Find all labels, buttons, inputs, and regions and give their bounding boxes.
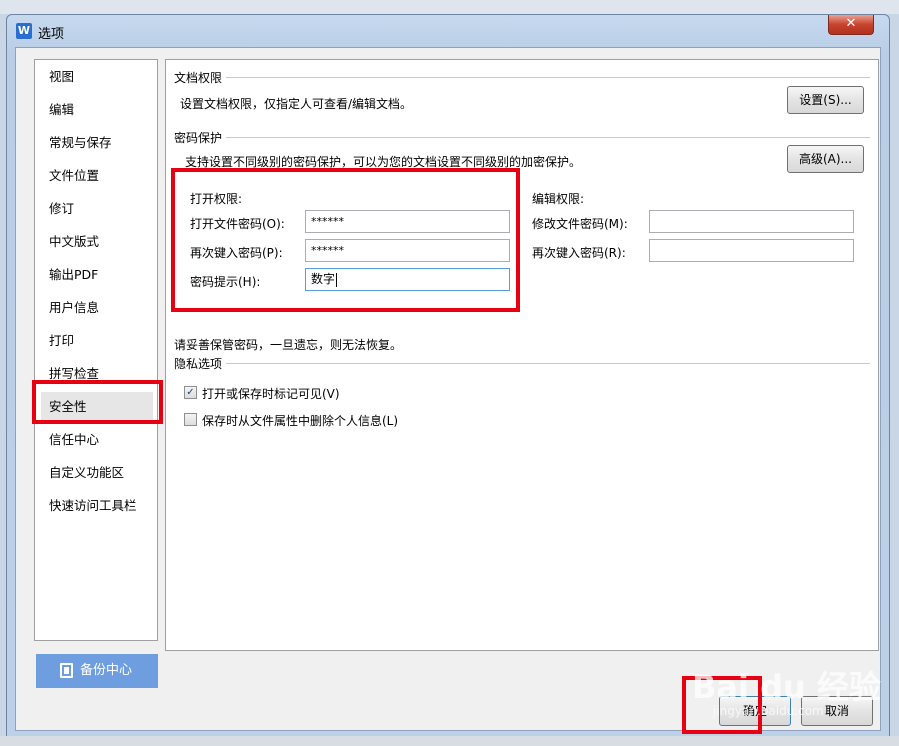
close-icon: ✕ (845, 16, 857, 31)
backup-center-label: 备份中心 (80, 663, 133, 678)
highlight-box-open-permission (171, 168, 520, 312)
edit-password-confirm-input[interactable] (649, 239, 854, 262)
dialog-title: 选项 (38, 27, 65, 42)
advanced-button[interactable]: 高级(A)... (787, 145, 864, 173)
sidebar-item-chinese-layout[interactable]: 中文版式 (41, 227, 153, 257)
password-warning: 请妥善保管密码，一旦遗忘，则无法恢复。 (174, 338, 403, 352)
security-panel: 文档权限 设置文档权限，仅指定人可查看/编辑文档。 设置(S)... 密码保护 … (165, 59, 879, 651)
watermark-url: jingyan.baidu.com (713, 704, 824, 718)
edit-password-input[interactable] (649, 210, 854, 233)
backup-center-button[interactable]: 备份中心 (36, 654, 158, 688)
sidebar-item-quick-access[interactable]: 快速访问工具栏 (41, 491, 153, 521)
sidebar-item-trust-center[interactable]: 信任中心 (41, 425, 153, 455)
edit-permission-title: 编辑权限: (532, 192, 585, 206)
sidebar-item-customize-ribbon[interactable]: 自定义功能区 (41, 458, 153, 488)
background-status-strip (0, 736, 899, 746)
options-dialog: W 选项 ✕ 视图 编辑 常规与保存 文件位置 修订 中文版式 输出PDF 用户… (6, 14, 890, 738)
permission-settings-button[interactable]: 设置(S)... (787, 86, 864, 114)
background-app-strip (0, 0, 899, 14)
sidebar-item-print[interactable]: 打印 (41, 326, 153, 356)
mark-visible-label[interactable]: 打开或保存时标记可见(V) (202, 385, 340, 402)
options-sidebar: 视图 编辑 常规与保存 文件位置 修订 中文版式 输出PDF 用户信息 打印 拼… (34, 59, 158, 641)
backup-icon (60, 663, 73, 678)
mark-visible-checkbox[interactable]: ✓ (184, 386, 197, 399)
password-protection-title: 密码保护 (174, 129, 227, 146)
edit-password-label: 修改文件密码(M): (532, 217, 628, 231)
sidebar-item-edit[interactable]: 编辑 (41, 95, 153, 125)
doc-permission-description: 设置文档权限，仅指定人可查看/编辑文档。 (180, 97, 413, 111)
highlight-box-security (32, 380, 163, 424)
privacy-options-title: 隐私选项 (174, 355, 227, 372)
sidebar-item-revision[interactable]: 修订 (41, 194, 153, 224)
title-bar[interactable]: W 选项 ✕ (7, 15, 889, 47)
doc-permission-title: 文档权限 (174, 69, 227, 86)
divider (224, 77, 870, 78)
sidebar-item-user-info[interactable]: 用户信息 (41, 293, 153, 323)
sidebar-item-general-save[interactable]: 常规与保存 (41, 128, 153, 158)
sidebar-item-file-location[interactable]: 文件位置 (41, 161, 153, 191)
wps-app-icon: W (16, 23, 32, 39)
sidebar-item-view[interactable]: 视图 (41, 62, 153, 92)
watermark-logo: Bai du 经验 (692, 668, 881, 706)
divider (224, 137, 870, 138)
edit-password-confirm-label: 再次键入密码(R): (532, 246, 626, 260)
remove-personal-info-checkbox[interactable] (184, 413, 197, 426)
close-button[interactable]: ✕ (828, 15, 874, 35)
divider (224, 363, 870, 364)
sidebar-item-export-pdf[interactable]: 输出PDF (41, 260, 153, 290)
remove-personal-info-label[interactable]: 保存时从文件属性中删除个人信息(L) (202, 412, 398, 429)
